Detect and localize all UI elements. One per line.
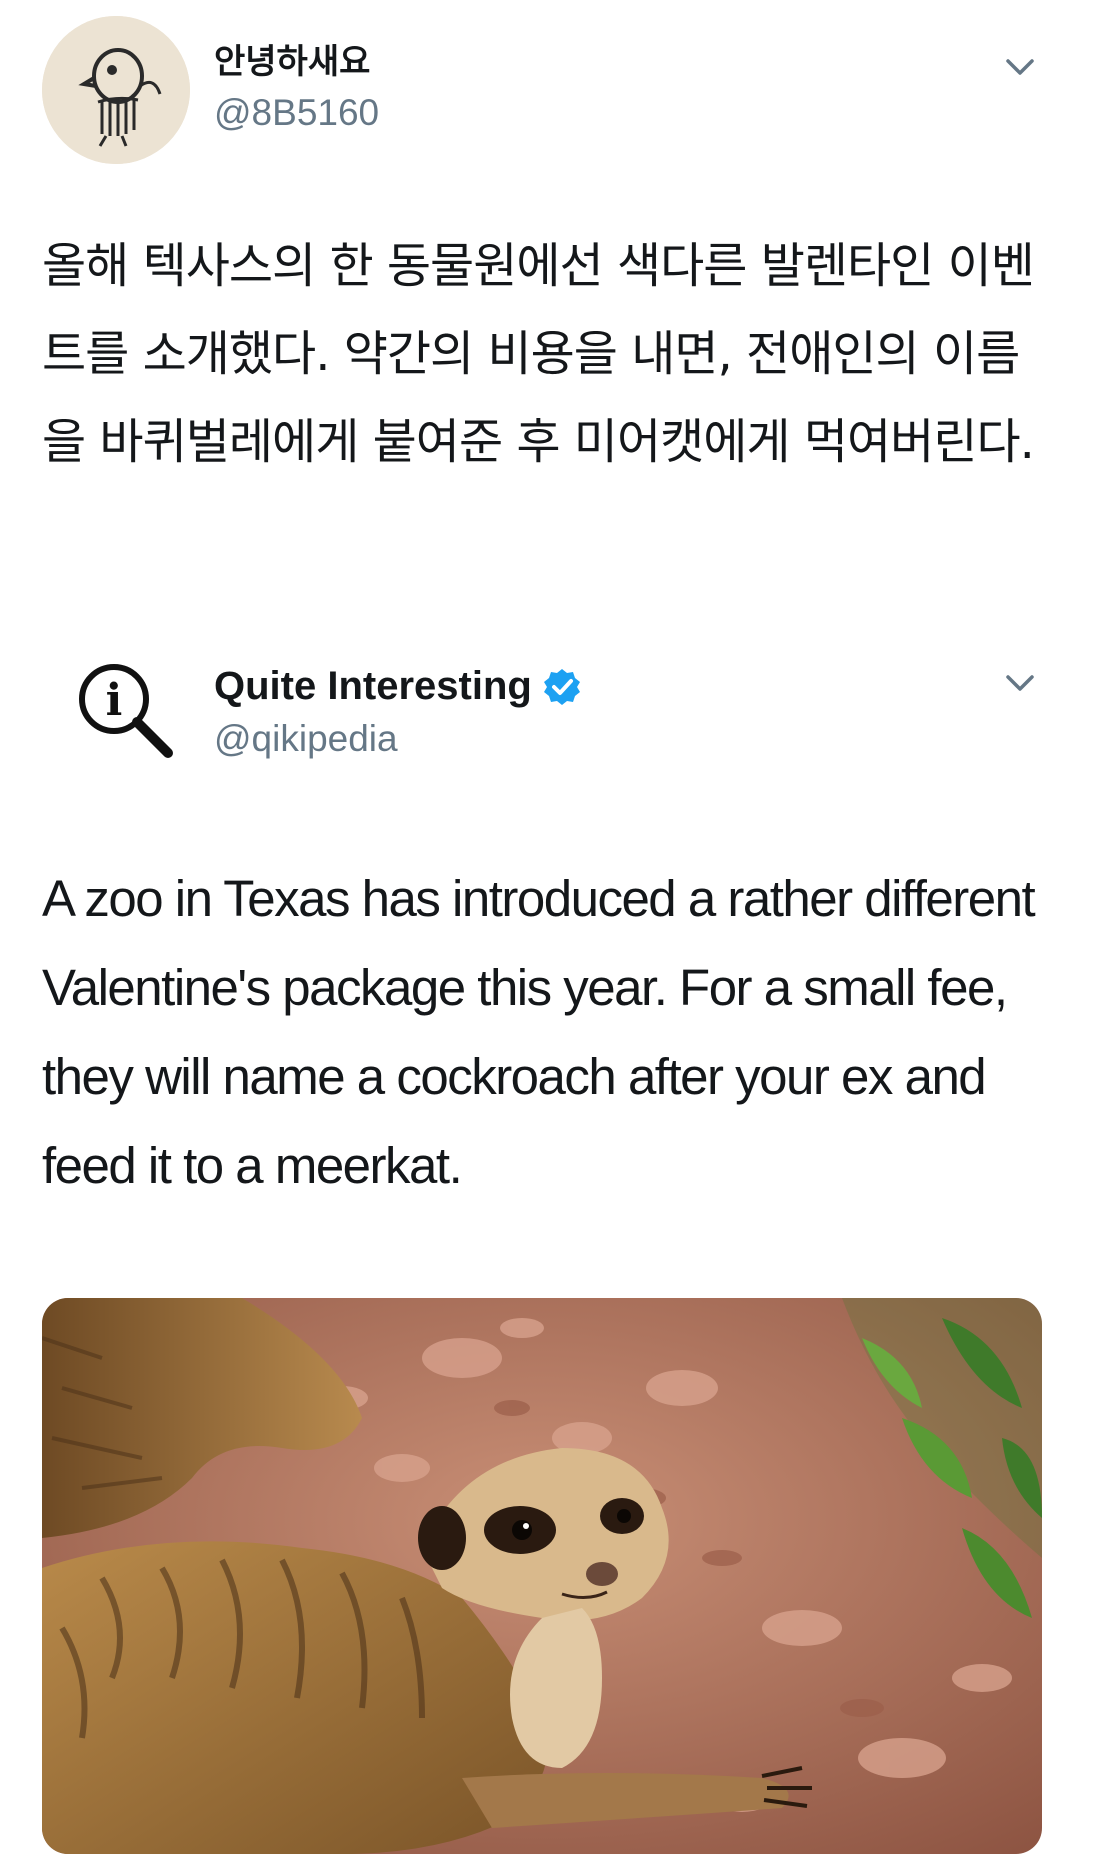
chevron-down-icon[interactable]	[1000, 52, 1040, 82]
meerkat-photo[interactable]	[42, 1298, 1042, 1854]
svg-text:i: i	[106, 675, 123, 726]
chevron-down-icon[interactable]	[1000, 668, 1040, 698]
bird-doodle-icon	[42, 16, 190, 164]
verified-badge-icon	[542, 667, 582, 707]
user-handle[interactable]: @8B5160	[214, 92, 379, 134]
avatar-outer-user[interactable]	[42, 16, 190, 164]
magnifier-info-icon[interactable]: i	[70, 655, 180, 765]
quoted-display-name[interactable]: Quite Interesting	[214, 664, 582, 709]
display-name[interactable]: 안녕하새요	[214, 34, 370, 83]
quoted-tweet-text: A zoo in Texas has introduced a rather d…	[42, 870, 1036, 1194]
quoted-name-label: Quite Interesting	[214, 664, 532, 708]
tweet-text: 올해 텍사스의 한 동물원에선 색다른 발렌타인 이벤트를 소개했다. 약간의 …	[42, 238, 1035, 470]
quoted-user-handle[interactable]: @qikipedia	[214, 718, 398, 760]
